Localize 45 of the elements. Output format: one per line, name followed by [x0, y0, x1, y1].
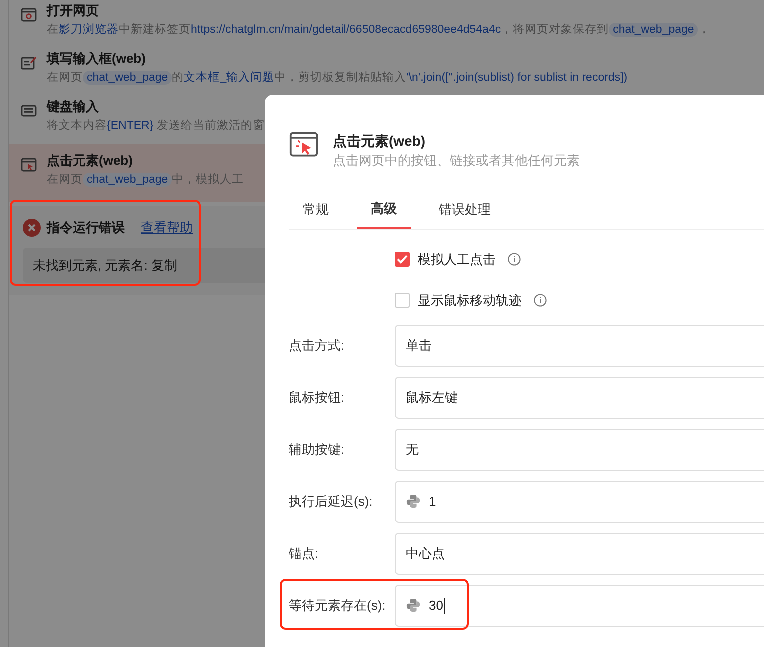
tab[interactable]: 高级 — [357, 195, 411, 228]
field-label: 点击方式: — [289, 336, 346, 355]
step-title: 填写输入框(web) — [47, 50, 147, 68]
info-icon[interactable] — [508, 252, 521, 266]
variable-tag: chat_web_page — [83, 71, 172, 85]
checkbox[interactable] — [395, 252, 410, 267]
tab[interactable]: 常规 — [289, 195, 343, 228]
browser-icon — [21, 8, 37, 22]
step-title: 点击元素(web) — [47, 152, 134, 170]
checkbox-label: 模拟人工点击 — [418, 250, 496, 268]
input-field[interactable]: 单击 — [395, 324, 764, 366]
input-field[interactable]: 30 — [395, 584, 764, 626]
dialog-title: 点击元素(web) — [333, 132, 427, 151]
input-field[interactable]: 中心点 — [395, 532, 764, 574]
tab[interactable]: 错误处理 — [425, 195, 505, 228]
cursor-window-icon — [21, 158, 37, 172]
edit-icon — [21, 56, 37, 70]
step-description: 在网页 chat_web_page 的文本框_输入问题中，剪切板复制粘贴输入'\n'.join([''.join(sublist) for sublist in records]) — [47, 70, 628, 87]
field-label: 等待元素存在(s): — [289, 596, 387, 615]
input-field[interactable]: 1 — [395, 480, 764, 522]
python-icon — [406, 494, 421, 509]
keyboard-icon — [21, 104, 37, 118]
input-field[interactable]: 无 — [395, 428, 764, 470]
error-message: 未找到元素, 元素名: 复制 — [23, 248, 266, 283]
error-icon — [23, 218, 41, 237]
help-link[interactable]: 查看帮助 — [141, 218, 193, 238]
field-label: 执行后延迟(s): — [289, 492, 374, 511]
variable-tag: chat_web_page — [609, 23, 698, 37]
error-title: 指令运行错误 — [47, 219, 125, 237]
info-icon[interactable] — [534, 294, 547, 308]
checkbox-label: 显示鼠标移动轨迹 — [418, 292, 522, 310]
step-description: 将文本内容{ENTER} 发送给当前激活的窗 — [47, 118, 265, 134]
field-label: 鼠标按钮: — [289, 388, 346, 407]
field-label: 锚点: — [289, 544, 320, 563]
checkbox[interactable] — [395, 293, 410, 308]
step-description: 在影刀浏览器中新建标签页https://chatglm.cn/main/gdetail/66508ecacd65980ee4d54a4c，将网页对象保存到 chat_web_page ， — [47, 22, 710, 39]
input-field[interactable]: 鼠标左键 — [395, 376, 764, 418]
step-description: 在网页 chat_web_page 中，模拟人工 — [47, 172, 244, 189]
variable-tag: chat_web_page — [83, 173, 172, 187]
field-label: 辅助按键: — [289, 440, 346, 459]
dialog-subtitle: 点击网页中的按钮、链接或者其他任何元素 — [333, 152, 580, 170]
step-title: 打开网页 — [47, 2, 100, 20]
step-title: 键盘输入 — [47, 98, 100, 116]
cursor-window-icon — [289, 131, 319, 158]
python-icon — [406, 598, 421, 613]
